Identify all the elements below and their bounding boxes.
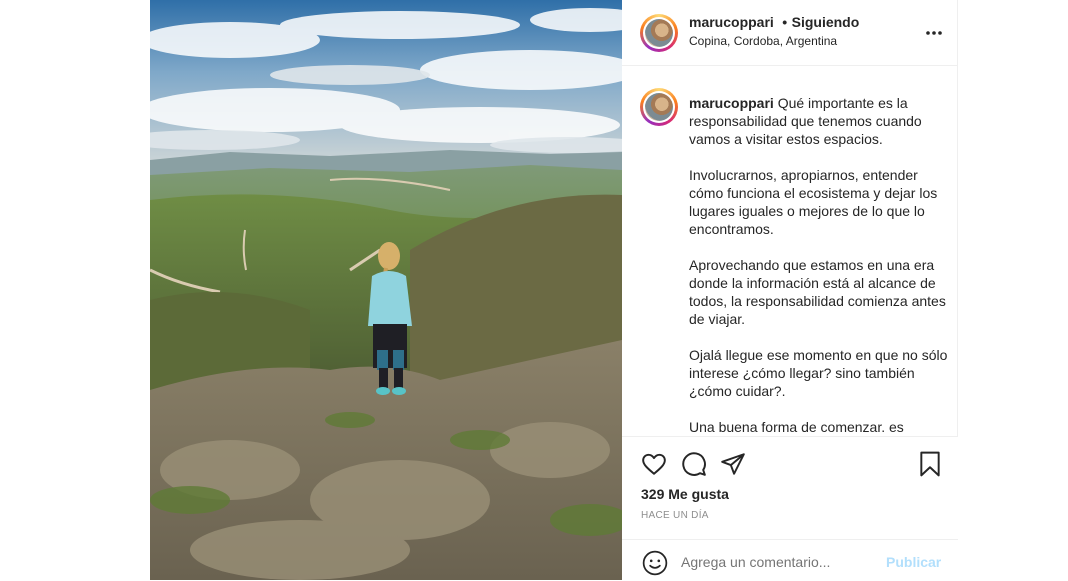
caption-avatar[interactable] [640, 88, 678, 126]
follow-separator: • [782, 14, 788, 30]
follow-status-button[interactable]: Siguiendo [792, 14, 860, 30]
caption-paragraph: Aprovechando que estamos en una era dond… [689, 257, 946, 327]
caption-paragraph: Una buena forma de comenzar. es [689, 419, 904, 435]
avatar[interactable] [640, 14, 678, 52]
caption-paragraph: marucoppari Qué importante es la respons… [689, 95, 922, 147]
likes-count[interactable]: 329 Me gusta [641, 486, 729, 502]
more-options-icon[interactable]: ••• [925, 20, 943, 41]
post-header: marucoppari • Siguiendo Copina, Cordoba,… [622, 0, 958, 66]
header-username[interactable]: marucoppari [689, 14, 774, 30]
comment-row: Publicar [622, 539, 958, 581]
share-icon[interactable] [720, 451, 746, 482]
post-photo[interactable] [150, 0, 622, 580]
caption-area: marucoppari Qué importante es la respons… [622, 66, 958, 436]
header-user-line: marucoppari • Siguiendo [689, 14, 859, 32]
smiley-icon[interactable] [642, 550, 668, 581]
post-location[interactable]: Copina, Cordoba, Argentina [689, 34, 837, 48]
comment-input[interactable] [681, 554, 871, 570]
post-panel: marucoppari • Siguiendo Copina, Cordoba,… [622, 0, 958, 580]
publish-button[interactable]: Publicar [886, 554, 941, 570]
post-time[interactable]: HACE UN DÍA [641, 510, 709, 521]
caption-paragraph: Ojalá llegue ese momento en que no sólo … [689, 347, 948, 399]
caption-username[interactable]: marucoppari [689, 95, 774, 111]
comment-icon[interactable] [681, 451, 707, 482]
landscape-image [150, 0, 622, 580]
heart-icon[interactable] [641, 451, 667, 482]
caption-paragraph: Involucrarnos, apropiarnos, entender cóm… [689, 167, 938, 237]
actions-section: 329 Me gusta HACE UN DÍA Publicar [622, 436, 958, 580]
bookmark-icon[interactable] [918, 451, 942, 482]
caption-text: marucoppari Qué importante es la respons… [689, 94, 949, 436]
